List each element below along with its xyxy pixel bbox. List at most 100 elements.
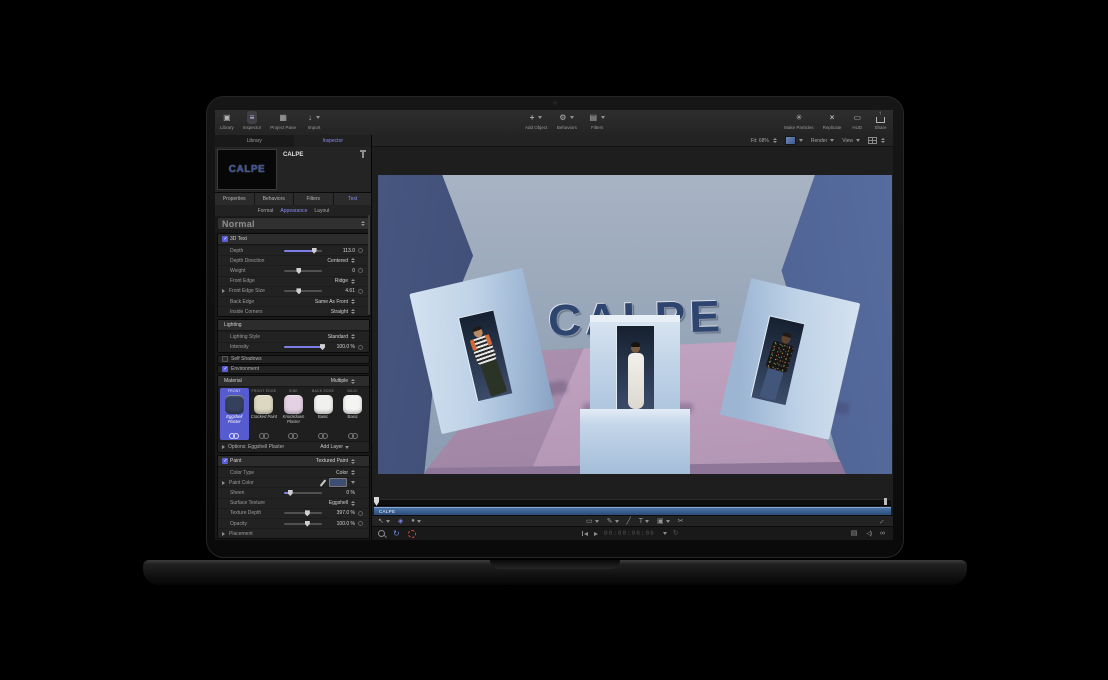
tool-speaker-icon[interactable] xyxy=(866,530,871,538)
tab-behaviors[interactable]: Behaviors xyxy=(255,193,295,205)
slider-thumb[interactable] xyxy=(312,248,317,254)
field-value[interactable]: 100.0 % xyxy=(327,521,355,527)
view-menu[interactable]: View xyxy=(842,138,860,144)
tool-cursor-icon[interactable] xyxy=(378,518,390,525)
toolbar-button-project-pane[interactable]: Project Pane xyxy=(270,111,296,130)
stepper-icon[interactable] xyxy=(351,501,355,506)
tab-properties[interactable]: Properties xyxy=(215,193,255,205)
slider-thumb[interactable] xyxy=(320,344,325,350)
tool-record-icon[interactable] xyxy=(408,530,416,538)
tool-image-tool-icon[interactable] xyxy=(657,518,670,525)
panel-tab-inspector[interactable]: Inspector xyxy=(294,135,373,147)
slider-sheen[interactable] xyxy=(284,492,322,494)
popup-depth-direction[interactable]: Centered xyxy=(320,258,348,264)
text-style-popup[interactable]: Normal xyxy=(217,217,370,230)
stepper-icon[interactable] xyxy=(351,299,355,304)
keyframe-icon[interactable] xyxy=(358,511,363,516)
checkrow-environment[interactable]: Environment xyxy=(217,365,370,374)
field-value[interactable]: 397.0 % xyxy=(327,510,355,516)
expand-icon[interactable] xyxy=(878,518,885,525)
disclosure-triangle-icon[interactable] xyxy=(222,289,225,293)
previous-frame-button[interactable] xyxy=(582,531,588,536)
play-button[interactable] xyxy=(594,532,598,536)
popup-lighting-style[interactable]: Standard xyxy=(320,334,348,340)
disclosure-triangle-icon[interactable] xyxy=(222,445,225,449)
slider-thumb[interactable] xyxy=(288,490,293,496)
tool-loop-icon[interactable] xyxy=(393,530,400,538)
viewer[interactable]: CALPE xyxy=(378,175,892,474)
field-value[interactable]: 0 xyxy=(327,268,355,274)
popup-color-type[interactable]: Color xyxy=(320,470,348,476)
checkbox[interactable] xyxy=(222,356,228,362)
loop-playback-icon[interactable] xyxy=(673,530,679,537)
tab-text[interactable]: Text xyxy=(334,193,373,205)
tab-filters[interactable]: Filters xyxy=(294,193,334,205)
panel-scrollbar[interactable] xyxy=(368,215,370,315)
timeline-ruler[interactable] xyxy=(374,499,891,506)
stepper-icon[interactable] xyxy=(351,379,355,384)
panel-tab-library[interactable]: Library xyxy=(215,135,294,147)
render-menu[interactable]: Render xyxy=(811,138,834,144)
slider-opacity[interactable] xyxy=(284,523,322,525)
slider-weight[interactable] xyxy=(284,270,322,272)
toolbar-button-library[interactable]: Library xyxy=(220,111,234,130)
link-icon[interactable] xyxy=(288,433,298,438)
slider-thumb[interactable] xyxy=(305,521,310,527)
toolbar-button-share[interactable]: Share xyxy=(873,111,888,130)
slider-thumb[interactable] xyxy=(296,268,301,274)
chevron-down-icon[interactable] xyxy=(663,532,667,535)
tool-pen-tool-icon[interactable] xyxy=(607,518,619,525)
tool-adjust-icon[interactable] xyxy=(411,517,421,525)
keyframe-icon[interactable] xyxy=(358,289,363,294)
timeline-end-marker[interactable] xyxy=(884,498,887,505)
stepper-icon[interactable] xyxy=(351,459,355,464)
tool-layers-icon[interactable] xyxy=(851,530,858,537)
link-icon[interactable] xyxy=(318,433,328,438)
tool-line-tool-icon[interactable] xyxy=(627,518,631,525)
fit-zoom-control[interactable]: Fit: 68% xyxy=(751,138,777,144)
material-swatch-knockdown-plaster[interactable]: SIDEKnockdown Plaster xyxy=(279,388,308,440)
toolbar-button-hud[interactable]: HUD xyxy=(850,111,864,130)
tool-transform-icon[interactable] xyxy=(398,518,403,525)
slider-thumb[interactable] xyxy=(296,288,301,294)
timeline-layer-calpe[interactable]: CALPE xyxy=(374,507,891,515)
channel-swatch-control[interactable] xyxy=(785,136,803,145)
stepper-icon[interactable] xyxy=(361,221,365,226)
popup-material[interactable]: Multiple xyxy=(320,378,348,384)
material-swatch-eggshell-plaster[interactable]: FRONTEggshell Plaster xyxy=(220,388,249,440)
popup-inside-corners[interactable]: Straight xyxy=(320,309,348,315)
view-layout-control[interactable] xyxy=(868,137,885,144)
stepper-icon[interactable] xyxy=(351,279,355,284)
checkbox[interactable] xyxy=(222,366,228,372)
tool-text-tool-icon[interactable] xyxy=(639,518,649,525)
keyframe-icon[interactable] xyxy=(358,345,363,350)
material-swatch-basic[interactable]: BACK EDGEBasic xyxy=(309,388,338,440)
keyframe-icon[interactable] xyxy=(358,521,363,526)
tool-mask-tool-icon[interactable] xyxy=(678,518,684,525)
toolbar-button-make-particles[interactable]: Make Particles xyxy=(784,111,814,130)
toolbar-button-replicate[interactable]: Replicate xyxy=(823,111,842,130)
stepper-icon[interactable] xyxy=(351,470,355,475)
keyframe-icon[interactable] xyxy=(358,248,363,253)
timecode-display[interactable]: 00:00:00:00 xyxy=(604,530,655,537)
pin-icon[interactable] xyxy=(362,152,364,158)
slider-intensity[interactable] xyxy=(284,346,322,348)
toolbar-button-add-object[interactable]: Add Object xyxy=(525,111,547,130)
slider-thumb[interactable] xyxy=(305,510,310,516)
link-icon[interactable] xyxy=(348,433,358,438)
checkbox[interactable] xyxy=(222,458,228,464)
material-swatch-cracked-paint[interactable]: FRONT EDGECracked Paint xyxy=(250,388,279,440)
field-value[interactable]: 100.0 % xyxy=(327,344,355,350)
popup-paint[interactable]: Textured Paint xyxy=(316,458,348,464)
stepper-icon[interactable] xyxy=(351,309,355,314)
subtab-layout[interactable]: Layout xyxy=(314,208,329,214)
tool-sync-icon[interactable] xyxy=(880,530,885,537)
slider-texture-depth[interactable] xyxy=(284,512,322,514)
field-value[interactable]: 113.0 xyxy=(327,248,355,254)
paint-color-swatch[interactable] xyxy=(329,478,347,487)
link-icon[interactable] xyxy=(229,433,239,438)
checkrow-self-shadows[interactable]: Self Shadows xyxy=(217,355,370,364)
popup-front-edge[interactable]: Ridge xyxy=(320,278,348,284)
keyframe-icon[interactable] xyxy=(358,268,363,273)
slider-front-edge-size[interactable] xyxy=(284,290,322,292)
